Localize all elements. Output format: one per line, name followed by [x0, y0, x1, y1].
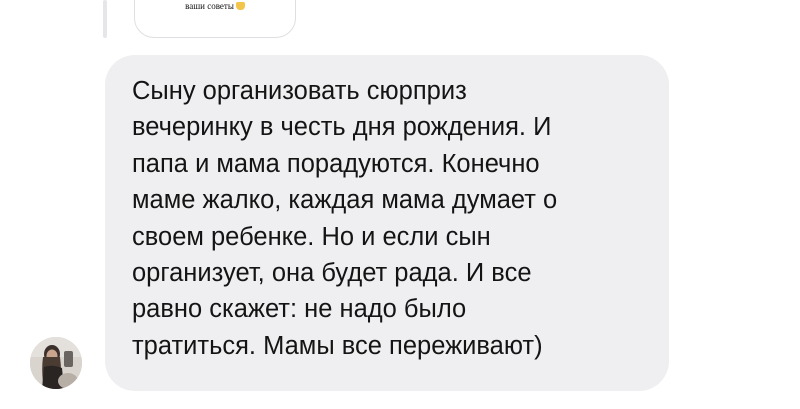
- avatar-photo-icon: [30, 337, 82, 389]
- message-line: вечеринку в честь дня рождения. И: [132, 113, 552, 142]
- reply-thread-line: [103, 0, 107, 38]
- quoted-message-card[interactable]: ваши советы: [134, 0, 296, 38]
- message-line: маме жалко, каждая мама думает о: [132, 186, 558, 215]
- quoted-message-text: ваши советы: [185, 1, 234, 11]
- raised-hands-icon: [235, 2, 245, 10]
- sender-avatar[interactable]: [30, 337, 82, 389]
- message-line: равно скажет: не надо было: [132, 295, 467, 324]
- message-text: Сыну организовать сюрприз вечеринку в че…: [132, 73, 652, 364]
- quoted-message-preview: ваши советы: [135, 1, 295, 11]
- message-bubble[interactable]: Сыну организовать сюрприз вечеринку в че…: [105, 55, 669, 391]
- message-line: тратиться. Мамы все переживают): [132, 331, 543, 360]
- message-line: своем ребенке. Но и если сын: [132, 222, 491, 251]
- message-line: организует, она будет рада. И все: [132, 259, 532, 288]
- message-line: Сыну организовать сюрприз: [132, 77, 467, 105]
- message-line: папа и мама порадуются. Конечно: [132, 149, 540, 178]
